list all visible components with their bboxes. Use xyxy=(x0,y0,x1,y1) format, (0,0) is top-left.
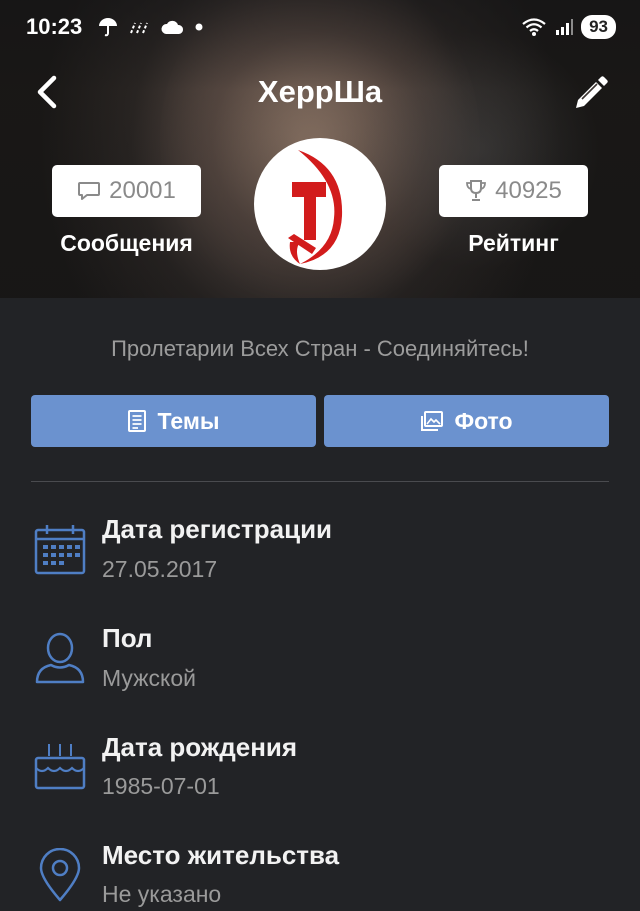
registration-date-value: 27.05.2017 xyxy=(102,556,218,582)
location-pin-icon xyxy=(39,848,81,902)
messages-label: Сообщения xyxy=(60,230,193,256)
calendar-icon xyxy=(34,525,86,575)
battery-indicator: 93 xyxy=(581,15,616,39)
page-title: ХеррШа xyxy=(257,74,383,109)
profile-header: 10:23 93 ХеррШа 20001 Сообщения 40925 Ре… xyxy=(0,0,640,298)
document-list-icon xyxy=(128,410,147,432)
registration-date-label: Дата регистрации xyxy=(102,514,333,544)
person-icon xyxy=(35,632,85,684)
umbrella-icon xyxy=(99,18,117,37)
photos-button[interactable]: Фото xyxy=(324,395,609,447)
wifi-icon xyxy=(522,18,546,36)
topics-button-label: Темы xyxy=(157,407,220,434)
chat-bubble-icon xyxy=(78,182,101,200)
rain-icon xyxy=(130,22,148,34)
gender-value: Мужской xyxy=(102,665,197,691)
rating-count-box[interactable]: 40925 xyxy=(439,165,588,217)
rating-count: 40925 xyxy=(495,177,562,204)
cloud-icon xyxy=(161,20,184,34)
trophy-icon xyxy=(466,180,487,201)
location-label: Место жительства xyxy=(102,840,340,870)
messages-count-box[interactable]: 20001 xyxy=(52,165,201,217)
status-time: 10:23 xyxy=(26,14,83,39)
birthday-value: 1985-07-01 xyxy=(102,773,220,799)
birthday-cake-icon xyxy=(34,744,86,790)
messages-count: 20001 xyxy=(109,177,176,204)
status-notification-icons xyxy=(98,16,204,38)
topics-button[interactable]: Темы xyxy=(31,395,316,447)
hammer-and-sickle-icon xyxy=(288,150,343,264)
gender-label: Пол xyxy=(102,623,153,653)
status-system-icons: 93 xyxy=(521,15,616,39)
section-divider xyxy=(31,481,609,482)
edit-profile-button[interactable] xyxy=(570,72,610,112)
profile-motto: Пролетарии Всех Стран - Соединяйтесь! xyxy=(111,336,529,361)
birthday-label: Дата рождения xyxy=(102,732,298,762)
location-value: Не указано xyxy=(102,881,222,907)
avatar[interactable] xyxy=(254,138,386,270)
dot-icon xyxy=(195,23,203,31)
photo-gallery-icon xyxy=(421,411,444,431)
rating-label: Рейтинг xyxy=(468,230,559,256)
status-bar: 10:23 93 xyxy=(0,0,640,56)
signal-icon xyxy=(556,19,574,35)
pencil-icon xyxy=(576,76,608,108)
photos-button-label: Фото xyxy=(454,407,513,434)
